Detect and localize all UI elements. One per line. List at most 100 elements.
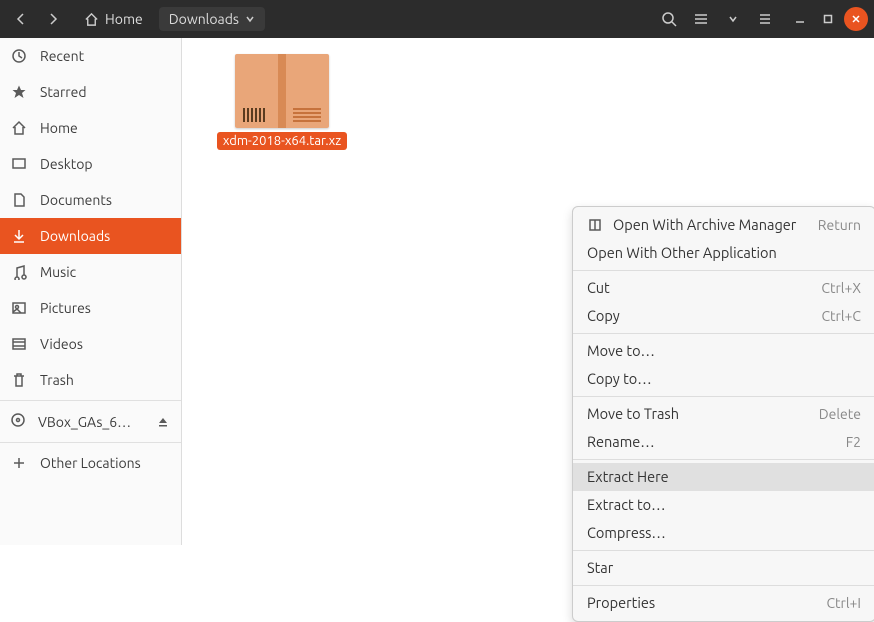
sidebar-item-pictures[interactable]: Pictures (0, 290, 181, 326)
ctx-move-to-trash[interactable]: Move to Trash Delete (573, 400, 874, 428)
file-name-label: xdm-2018-x64.tar.xz (217, 132, 347, 150)
ctx-label: Cut (587, 279, 811, 297)
ctx-separator (573, 270, 874, 271)
sidebar-item-label: Documents (40, 192, 112, 208)
ctx-label: Extract to… (587, 496, 861, 514)
music-icon (10, 263, 28, 281)
window-maximize-button[interactable] (816, 7, 840, 31)
clock-icon (10, 47, 28, 65)
nav-forward-button[interactable] (38, 4, 68, 34)
sidebar-item-music[interactable]: Music (0, 254, 181, 290)
sidebar-item-label: Home (40, 120, 78, 136)
sidebar-item-label: Starred (40, 84, 87, 100)
sidebar-item-label: Pictures (40, 300, 91, 316)
ctx-rename[interactable]: Rename… F2 (573, 428, 874, 456)
trash-icon (10, 371, 28, 389)
ctx-copy-to[interactable]: Copy to… (573, 365, 874, 393)
ctx-accel: Return (818, 216, 861, 234)
plus-icon (10, 454, 28, 472)
sidebar-item-downloads[interactable]: Downloads (0, 218, 181, 254)
sidebar-item-home[interactable]: Home (0, 110, 181, 146)
ctx-properties[interactable]: Properties Ctrl+I (573, 589, 874, 617)
ctx-label: Open With Archive Manager (613, 216, 808, 234)
ctx-label: Properties (587, 594, 816, 612)
sidebar-item-label: Desktop (40, 156, 93, 172)
breadcrumb-home-label: Home (105, 11, 143, 27)
ctx-label: Copy (587, 307, 811, 325)
ctx-move-to[interactable]: Move to… (573, 337, 874, 365)
ctx-label: Star (587, 559, 861, 577)
sidebar-item-recent[interactable]: Recent (0, 38, 181, 74)
ctx-extract-to[interactable]: Extract to… (573, 491, 874, 519)
search-button[interactable] (654, 4, 684, 34)
sidebar-item-label: Music (40, 264, 76, 280)
hamburger-menu-button[interactable] (750, 4, 780, 34)
nav-back-button[interactable] (6, 4, 36, 34)
sidebar-item-label: Other Locations (40, 455, 141, 471)
ctx-open-with-other[interactable]: Open With Other Application (573, 239, 874, 267)
ctx-star[interactable]: Star (573, 554, 874, 582)
sidebar-item-label: Downloads (40, 228, 110, 244)
ctx-cut[interactable]: Cut Ctrl+X (573, 274, 874, 302)
sidebar-item-other-locations[interactable]: Other Locations (0, 445, 181, 481)
ctx-label: Copy to… (587, 370, 861, 388)
sidebar-separator (0, 442, 181, 443)
home-icon (84, 12, 99, 27)
videos-icon (10, 335, 28, 353)
ctx-open-with-archive-manager[interactable]: Open With Archive Manager Return (573, 211, 874, 239)
sidebar-item-label: Trash (40, 372, 74, 388)
ctx-label: Extract Here (587, 468, 861, 486)
desktop-icon (10, 155, 28, 173)
sidebar-item-videos[interactable]: Videos (0, 326, 181, 362)
sidebar-item-desktop[interactable]: Desktop (0, 146, 181, 182)
ctx-label: Open With Other Application (587, 244, 861, 262)
headerbar: Home Downloads (0, 0, 874, 38)
context-menu: Open With Archive Manager Return Open Wi… (572, 206, 874, 622)
ctx-separator (573, 396, 874, 397)
pictures-icon (10, 299, 28, 317)
breadcrumb-home[interactable]: Home (74, 7, 153, 31)
breadcrumb-current-label: Downloads (169, 11, 239, 27)
sidebar-item-label: Videos (40, 336, 83, 352)
window-minimize-button[interactable] (788, 7, 812, 31)
ctx-separator (573, 585, 874, 586)
downloads-icon (10, 227, 28, 245)
window-close-button[interactable] (844, 7, 868, 31)
disc-icon (10, 412, 26, 431)
eject-button[interactable] (155, 414, 171, 430)
ctx-label: Move to Trash (587, 405, 809, 423)
sidebar-mount-item[interactable]: VBox_GAs_6… (0, 403, 181, 440)
sidebar-item-starred[interactable]: Starred (0, 74, 181, 110)
ctx-compress[interactable]: Compress… (573, 519, 874, 547)
ctx-label: Compress… (587, 524, 861, 542)
ctx-separator (573, 459, 874, 460)
sidebar-item-documents[interactable]: Documents (0, 182, 181, 218)
ctx-accel: Ctrl+C (821, 307, 861, 325)
sidebar-separator (0, 400, 181, 401)
view-list-button[interactable] (686, 4, 716, 34)
view-dropdown-button[interactable] (718, 4, 748, 34)
archive-manager-icon (587, 217, 603, 233)
ctx-accel: Delete (819, 405, 861, 423)
ctx-separator (573, 333, 874, 334)
ctx-accel: F2 (846, 433, 861, 451)
ctx-accel: Ctrl+X (821, 279, 861, 297)
file-view[interactable]: xdm-2018-x64.tar.xz Open With Archive Ma… (182, 38, 874, 545)
sidebar: Recent Starred Home Desktop Documents Do… (0, 38, 182, 545)
ctx-accel: Ctrl+I (826, 594, 861, 612)
sidebar-item-label: Recent (40, 48, 84, 64)
ctx-extract-here[interactable]: Extract Here (573, 463, 874, 491)
star-icon (10, 83, 28, 101)
chevron-down-icon (245, 14, 255, 24)
documents-icon (10, 191, 28, 209)
breadcrumb-current[interactable]: Downloads (159, 7, 265, 31)
ctx-copy[interactable]: Copy Ctrl+C (573, 302, 874, 330)
ctx-label: Rename… (587, 433, 836, 451)
home-icon (10, 119, 28, 137)
sidebar-mount-label: VBox_GAs_6… (38, 414, 143, 430)
file-item[interactable]: xdm-2018-x64.tar.xz (212, 54, 352, 150)
sidebar-item-trash[interactable]: Trash (0, 362, 181, 398)
ctx-separator (573, 550, 874, 551)
window-controls (788, 7, 868, 31)
archive-icon (235, 54, 329, 128)
